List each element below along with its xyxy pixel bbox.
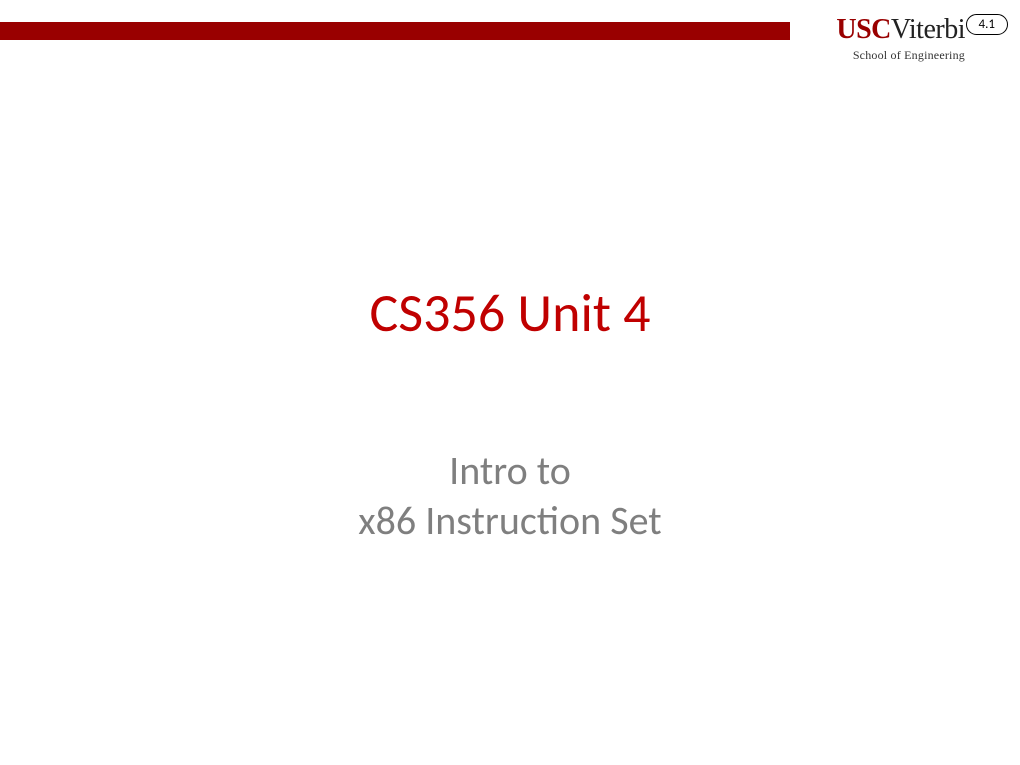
logo-main-text: USCViterbi (836, 15, 965, 44)
header-accent-bar (0, 22, 790, 40)
slide-content: CS356 Unit 4 Intro to x86 Instruction Se… (0, 280, 1020, 546)
subtitle-line-1: Intro to (0, 446, 1020, 496)
page-number-badge: 4.1 (966, 14, 1008, 35)
logo-subtitle-text: School of Engineering (836, 48, 965, 63)
slide-title: CS356 Unit 4 (0, 280, 1020, 346)
usc-viterbi-logo: USCViterbi School of Engineering (836, 15, 965, 63)
subtitle-line-2: x86 Instruction Set (0, 496, 1020, 546)
logo-viterbi-text: Viterbi (891, 14, 965, 45)
slide-subtitle: Intro to x86 Instruction Set (0, 446, 1020, 546)
logo-usc-text: USC (836, 14, 891, 45)
page-number-text: 4.1 (979, 17, 995, 32)
